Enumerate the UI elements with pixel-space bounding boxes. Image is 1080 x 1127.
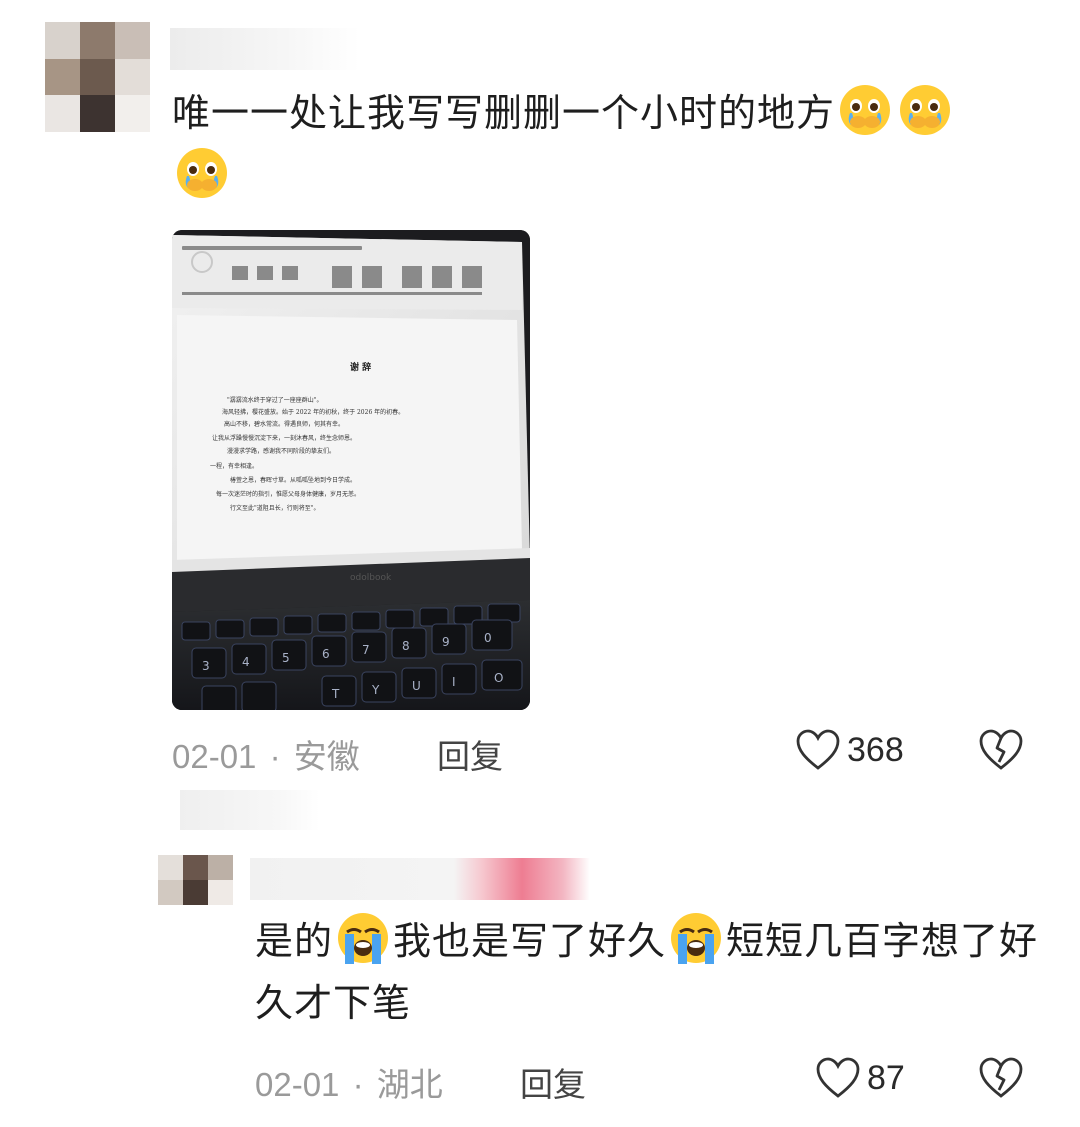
key-label: 3: [202, 659, 210, 673]
key-label: 0: [484, 631, 492, 645]
username-blurred[interactable]: [250, 858, 590, 900]
loudly-crying-emoji-icon: [338, 913, 389, 964]
meta-dot: ·: [269, 738, 281, 775]
doc-line: 让我从浮躁慢慢沉淀下来，一刻沐春风，终生念师恩。: [212, 434, 356, 442]
laptop-brand: odolbook: [350, 573, 392, 583]
key-label: U: [412, 679, 421, 693]
key-label: 7: [362, 643, 370, 657]
broken-heart-icon: [979, 729, 1023, 770]
doc-line: 行文至此"道阻且长，行则将至"。: [230, 504, 320, 512]
reply-button[interactable]: 回复: [437, 730, 503, 778]
doc-line: 每一次迷茫时的指引，惟愿父母身体健康，岁月无恙。: [216, 490, 360, 498]
doc-line: 高山不移，碧水常流。得遇良师，何其有幸。: [224, 420, 344, 428]
key-label: 9: [442, 635, 450, 649]
doc-line: 海风轻拂，樱花盛放。始于 2022 年的初秋，终于 2026 年的初春。: [222, 408, 404, 416]
key-label: 4: [242, 655, 250, 669]
pleading-tears-emoji-icon: [177, 148, 227, 198]
pleading-tears-emoji-icon: [840, 85, 891, 135]
key-label: I: [452, 675, 456, 689]
reply-button-label: 回复: [520, 1066, 586, 1103]
like-count: 87: [867, 1058, 905, 1097]
key-label: T: [331, 687, 340, 701]
like-button[interactable]: 368: [795, 728, 904, 772]
comment-text: 是的 我也是写了好久 短短几百字想了好久才下笔: [255, 910, 1045, 1035]
dislike-button[interactable]: [978, 1056, 1024, 1105]
comment-text-part: 唯一一处让我写写删删一个小时的地方: [172, 93, 836, 135]
key-label: 6: [322, 647, 330, 661]
loudly-crying-emoji-icon: [671, 913, 722, 964]
heart-icon: [816, 1057, 860, 1098]
comment-meta: 02-01 · 湖北: [255, 1058, 443, 1106]
doc-title: 谢 辞: [350, 361, 371, 373]
key-label: O: [494, 671, 503, 685]
heart-icon: [796, 729, 840, 770]
avatar[interactable]: [45, 22, 150, 132]
comment-text-part: 是的: [255, 921, 334, 963]
username-blurred[interactable]: [170, 28, 360, 70]
comment-text: 唯一一处让我写写删删一个小时的地方: [172, 82, 1042, 208]
laptop-photo-image: 谢 辞 "潺潺流水终于穿过了一座座群山"。 海风轻拂，樱花盛放。始于 2022 …: [172, 230, 530, 710]
dislike-button[interactable]: [978, 728, 1024, 777]
doc-line: 一程，有幸相逢。: [210, 462, 258, 470]
comment-text-part: 我也是写了好久: [393, 921, 667, 963]
comment-photo[interactable]: 谢 辞 "潺潺流水终于穿过了一座座群山"。 海风轻拂，樱花盛放。始于 2022 …: [172, 230, 530, 710]
broken-heart-icon: [979, 1057, 1023, 1098]
comment-meta: 02-01 · 安徽: [172, 730, 360, 778]
key-label: 5: [282, 651, 290, 665]
like-count: 368: [847, 730, 904, 769]
comment-date: 02-01: [255, 1066, 340, 1103]
reply-button-label: 回复: [437, 738, 503, 775]
key-label: 8: [402, 639, 410, 653]
avatar[interactable]: [158, 855, 233, 905]
key-label: Y: [371, 683, 380, 697]
doc-line: 椿萱之恩，春晖寸草。从呱呱坠地到今日学成。: [230, 476, 356, 484]
comment-date: 02-01: [172, 738, 257, 775]
comment-location: 安徽: [293, 738, 360, 775]
like-button[interactable]: 87: [815, 1056, 905, 1100]
reply-context-blurred: [180, 790, 320, 830]
doc-line: 漫漫求学路，感谢我不同阶段的挚友们。: [227, 447, 335, 455]
comment-location: 湖北: [376, 1066, 443, 1103]
meta-dot: ·: [352, 1066, 364, 1103]
reply-button[interactable]: 回复: [520, 1058, 586, 1106]
doc-line: "潺潺流水终于穿过了一座座群山"。: [227, 396, 323, 404]
pleading-tears-emoji-icon: [900, 85, 951, 135]
